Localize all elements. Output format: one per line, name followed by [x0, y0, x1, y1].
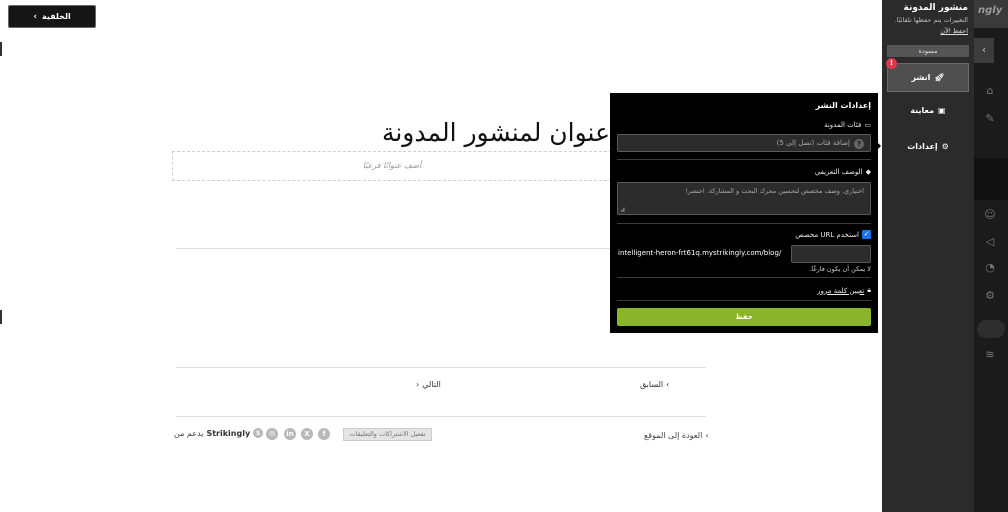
linkedin-icon[interactable]: in — [284, 428, 296, 440]
email-icon[interactable]: ✉ — [266, 428, 278, 440]
meta-description-textarea[interactable]: اختياري. وصف مخصص لتحسين محرك البحث و ال… — [617, 182, 871, 215]
description-label-row: ◆ الوصف التعريفي — [815, 168, 871, 176]
custom-url-input[interactable] — [791, 245, 871, 263]
autosave-note: التغييرات يتم حفظها تلقائيًا. — [894, 16, 968, 24]
back-to-site-link[interactable]: › العودة إلى الموقع — [644, 427, 709, 443]
settings-button[interactable]: ⚙ إعدادات — [887, 142, 969, 151]
custom-url-row: ✓ استخدم URL مخصص — [795, 230, 871, 239]
chevron-right-icon: › — [705, 430, 709, 440]
back-label: الخلفية — [42, 12, 71, 21]
megaphone-icon[interactable]: ◁ — [981, 233, 999, 251]
resize-handle[interactable]: ◢ — [620, 206, 625, 213]
folder-icon: ▭ — [864, 121, 871, 129]
chevron-right-icon: › — [33, 11, 38, 22]
pen-icon[interactable]: ✎ — [981, 110, 999, 128]
facebook-icon[interactable]: f — [318, 428, 330, 440]
powered-by-brand: Strikingly — [206, 428, 251, 438]
preview-icon: ▣ — [938, 106, 946, 115]
edge-marker — [0, 310, 2, 324]
toggle-pill[interactable] — [977, 320, 1005, 338]
custom-url-prefix: intelligent-heron-frt61q.mystrikingly.co… — [618, 249, 782, 257]
divider — [176, 367, 706, 368]
description-label: الوصف التعريفي — [814, 168, 863, 176]
settings-label: إعدادات — [907, 142, 938, 151]
prev-link[interactable]: › السابق — [640, 380, 669, 389]
collapse-panel-button[interactable]: ‹ — [974, 38, 994, 63]
custom-url-field-row: intelligent-heron-frt61q.mystrikingly.co… — [610, 245, 871, 263]
help-icon[interactable]: ? — [854, 139, 864, 149]
description-placeholder: اختياري. وصف مخصص لتحسين محرك البحث و ال… — [685, 187, 864, 195]
panel-title: منشور المدونة — [903, 3, 969, 13]
brand-logo: ngly — [974, 0, 1008, 28]
wifi-icon[interactable]: ≋ — [981, 346, 999, 364]
gear-icon[interactable]: ⚙ — [981, 287, 999, 305]
powered-by[interactable]: يدعم من Strikingly S — [174, 428, 264, 438]
set-password-link[interactable]: 🔒︎ تعيين كلمة مرور — [817, 286, 871, 295]
next-link[interactable]: التالي ‹ — [416, 380, 441, 389]
popover-arrow — [876, 141, 881, 151]
publish-settings-popover: إعدادات النشر ▭ فئات المدونة ? إضافة فئا… — [610, 93, 878, 333]
prev-label: السابق — [640, 380, 664, 389]
store-icon[interactable]: ⌂ — [981, 82, 999, 100]
preview-button[interactable]: ▣ معاينة — [887, 106, 969, 115]
preview-label: معاينة — [910, 106, 935, 115]
tag-icon: ◆ — [865, 168, 871, 176]
gear-icon: ⚙ — [941, 142, 949, 151]
enable-subscriptions-button[interactable]: تفعيل الاشتراكات والتعليقات — [343, 428, 432, 441]
alert-badge: ! — [886, 58, 897, 69]
chevron-right-icon: › — [666, 380, 670, 389]
powered-by-prefix: يدعم من — [174, 428, 204, 438]
back-button[interactable]: الخلفية › — [8, 5, 96, 28]
subtitle-input[interactable]: أضف عنوانًا فرعيًا — [172, 151, 612, 181]
save-now-link[interactable]: احفظ الآن — [940, 27, 968, 35]
categories-input[interactable]: ? إضافة فئات (تصل إلى 5) — [617, 134, 871, 152]
divider — [617, 159, 871, 160]
strikingly-icon: S — [253, 428, 264, 438]
custom-url-label: استخدم URL مخصص — [795, 230, 859, 239]
custom-url-checkbox[interactable]: ✓ — [862, 230, 871, 239]
rocket-icon: 🚀︎ — [934, 73, 945, 82]
status-badge: مسودة — [887, 45, 969, 57]
divider — [617, 300, 871, 301]
categories-placeholder: إضافة فئات (تصل إلى 5) — [776, 139, 850, 147]
chevron-left-icon: ‹ — [416, 380, 420, 389]
active-section-indicator — [974, 158, 1008, 200]
custom-url-error: لا يمكن أن يكون فارغًا. — [809, 265, 871, 273]
back-to-site-label: العودة إلى الموقع — [644, 430, 703, 440]
divider — [617, 277, 871, 278]
publish-button[interactable]: 🚀︎ انشر — [887, 63, 969, 92]
divider — [617, 223, 871, 224]
save-button[interactable]: حفظ — [617, 308, 871, 326]
divider — [176, 416, 706, 417]
categories-label: فئات المدونة — [824, 121, 862, 129]
users-icon[interactable]: ☺ — [981, 206, 999, 224]
app-root: الخلفية › عنوان لمنشور المدونة أضف عنوان… — [0, 0, 1008, 512]
analytics-icon[interactable]: ◔ — [981, 259, 999, 277]
blog-settings-panel: منشور المدونة التغييرات يتم حفظها تلقائي… — [882, 0, 974, 512]
x-icon[interactable]: X — [301, 428, 313, 440]
next-label: التالي — [422, 380, 441, 389]
lock-icon: 🔒︎ — [867, 286, 871, 294]
post-title[interactable]: عنوان لمنشور المدونة — [330, 113, 610, 153]
publish-label: انشر — [911, 73, 931, 82]
popover-title: إعدادات النشر — [815, 101, 871, 110]
categories-label-row: ▭ فئات المدونة — [824, 121, 871, 129]
password-label: تعيين كلمة مرور — [817, 286, 865, 295]
editor-sidebar-rail: ngly ‹ ⌂ ✎ ☺ ◁ ◔ ⚙ ≋ — [974, 0, 1008, 512]
edge-marker — [0, 42, 2, 56]
